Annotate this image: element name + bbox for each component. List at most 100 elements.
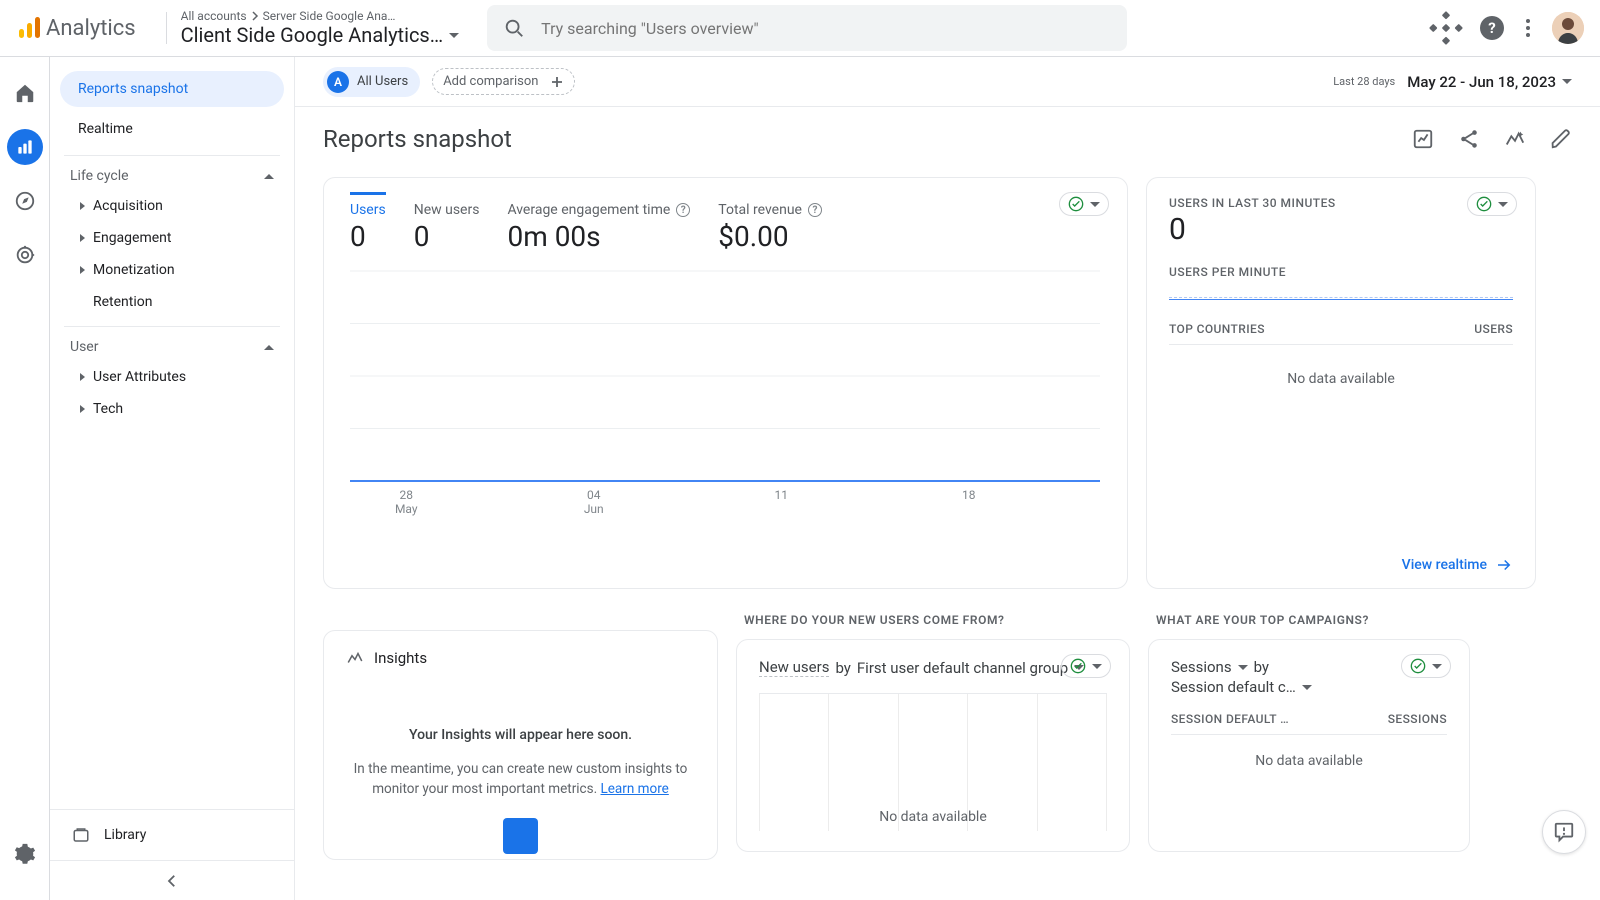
product-name: Analytics (46, 16, 136, 41)
insights-headline: Your Insights will appear here soon. (346, 727, 695, 743)
pencil-icon (1550, 128, 1572, 150)
sidebar-item-tech[interactable]: Tech (64, 393, 280, 425)
sidebar-collapse-button[interactable] (50, 860, 294, 900)
audience-chip-all-users[interactable]: AAll Users (323, 67, 420, 97)
view-realtime-link[interactable]: View realtime (1402, 556, 1513, 574)
realtime-subtitle: USERS PER MINUTE (1169, 265, 1513, 279)
sidebar-item-label: Monetization (93, 262, 175, 278)
search-bar[interactable] (487, 5, 1127, 51)
caret-right-icon (80, 373, 85, 381)
campaigns-section: WHAT ARE YOUR TOP CAMPAIGNS? Sessions by… (1148, 613, 1470, 860)
plus-icon (550, 75, 564, 89)
metric-tab-avg-engagement[interactable]: Average engagement time?0m 00s (507, 192, 690, 253)
property-selector[interactable]: All accounts Server Side Google Ana… Cli… (181, 9, 459, 47)
learn-more-link[interactable]: Learn more (601, 781, 669, 797)
dimension-selector[interactable]: New users by First user default channel … (759, 658, 1107, 677)
caret-down-icon (1090, 202, 1100, 207)
rail-reports[interactable] (7, 129, 43, 165)
insights-button[interactable] (1504, 128, 1526, 150)
empty-state: No data available (759, 809, 1107, 825)
rail-advertising[interactable] (7, 237, 43, 273)
gear-icon (14, 843, 36, 865)
metric-tab-users[interactable]: Users 0 (350, 192, 386, 253)
bar-chart-icon (15, 137, 35, 157)
caret-down-icon (1432, 664, 1442, 669)
metric-value: 0m 00s (507, 220, 690, 253)
sidebar-item-engagement[interactable]: Engagement (64, 222, 280, 254)
chevron-left-icon (163, 872, 181, 890)
realtime-empty-state: No data available (1169, 345, 1513, 447)
main-panel: AAll Users Add comparison Last 28 days M… (295, 57, 1600, 900)
rail-admin[interactable] (7, 836, 43, 872)
metric-value: 0 (414, 220, 480, 253)
metric-label: Users (350, 202, 386, 218)
sidebar-item-label: Engagement (93, 230, 171, 246)
rail-home[interactable] (7, 75, 43, 111)
sidebar-item-user-attributes[interactable]: User Attributes (64, 361, 280, 393)
caret-down-icon (1562, 79, 1572, 84)
overview-trend-card: Users0 New users0 Average engagement tim… (323, 177, 1128, 589)
channels-card: New users by First user default channel … (736, 639, 1130, 852)
share-button[interactable] (1458, 128, 1480, 150)
product-logo[interactable]: Analytics (16, 15, 136, 41)
chart-settings-button[interactable] (1412, 128, 1434, 150)
realtime-sparkline (1169, 299, 1513, 300)
sidebar-item-label: User Attributes (93, 369, 186, 385)
explore-icon (14, 190, 36, 212)
search-input[interactable] (539, 18, 1111, 39)
more-menu-icon[interactable] (1526, 19, 1530, 37)
metric-value: $0.00 (718, 220, 822, 253)
dimension-label: Session default c… (1171, 678, 1296, 696)
campaigns-card: Sessions by Session default c… SESSION D… (1148, 639, 1470, 852)
account-avatar[interactable] (1552, 12, 1584, 44)
metric-tabs: Users0 New users0 Average engagement tim… (324, 178, 1127, 253)
metric-label: Sessions (1171, 658, 1232, 676)
data-quality-menu[interactable] (1061, 654, 1111, 678)
data-quality-menu[interactable] (1401, 654, 1451, 678)
sidebar-item-retention[interactable]: Retention (64, 286, 280, 318)
property-name: Client Side Google Analytics… (181, 23, 443, 47)
rail-explore[interactable] (7, 183, 43, 219)
metric-label: New users (414, 202, 480, 218)
sidebar-item-label: Library (104, 827, 146, 843)
sidebar-item-label: Acquisition (93, 198, 163, 214)
page-title: Reports snapshot (323, 125, 512, 153)
sidebar-group-label: User (70, 339, 98, 355)
section-title: WHERE DO YOUR NEW USERS COME FROM? (736, 613, 1130, 639)
sidebar-item-acquisition[interactable]: Acquisition (64, 190, 280, 222)
channels-bar-chart: No data available (759, 693, 1107, 831)
title-actions (1412, 128, 1572, 150)
library-icon (72, 826, 90, 844)
help-icon[interactable]: ? (1480, 16, 1504, 40)
insights-cta-button[interactable] (503, 818, 538, 854)
sidebar-group-user[interactable]: User (64, 339, 280, 361)
insights-section: Insights Your Insights will appear here … (323, 613, 718, 860)
feedback-button[interactable] (1542, 810, 1586, 854)
check-circle-icon (1410, 658, 1426, 674)
sidebar-item-monetization[interactable]: Monetization (64, 254, 280, 286)
share-icon (1458, 128, 1480, 150)
svg-text:May: May (395, 502, 418, 516)
section-title: WHAT ARE YOUR TOP CAMPAIGNS? (1148, 613, 1470, 639)
metric-tab-revenue[interactable]: Total revenue?$0.00 (718, 192, 822, 253)
metric-value: 0 (350, 220, 386, 253)
sidebar-library[interactable]: Library (50, 809, 294, 860)
customize-button[interactable] (1550, 128, 1572, 150)
data-quality-menu[interactable] (1059, 192, 1109, 216)
date-range-picker[interactable]: May 22 - Jun 18, 2023 (1407, 73, 1572, 91)
sidebar-group-lifecycle[interactable]: Life cycle (64, 168, 280, 190)
data-quality-menu[interactable] (1467, 192, 1517, 216)
caret-down-icon (1302, 685, 1312, 690)
metric-tab-new-users[interactable]: New users 0 (414, 192, 480, 253)
diamond-apps-icon[interactable] (1429, 11, 1463, 45)
help-tooltip-icon[interactable]: ? (676, 203, 690, 217)
sidebar-item-realtime[interactable]: Realtime (60, 111, 284, 147)
add-comparison-button[interactable]: Add comparison (432, 68, 575, 95)
help-tooltip-icon[interactable]: ? (808, 203, 822, 217)
check-circle-icon (1068, 196, 1084, 212)
left-rail (0, 57, 50, 900)
campaigns-dimension-row2[interactable]: Session default c… (1171, 678, 1447, 696)
card-menu (1061, 654, 1111, 678)
caret-right-icon (80, 234, 85, 242)
sidebar-item-reports-snapshot[interactable]: Reports snapshot (60, 71, 284, 107)
